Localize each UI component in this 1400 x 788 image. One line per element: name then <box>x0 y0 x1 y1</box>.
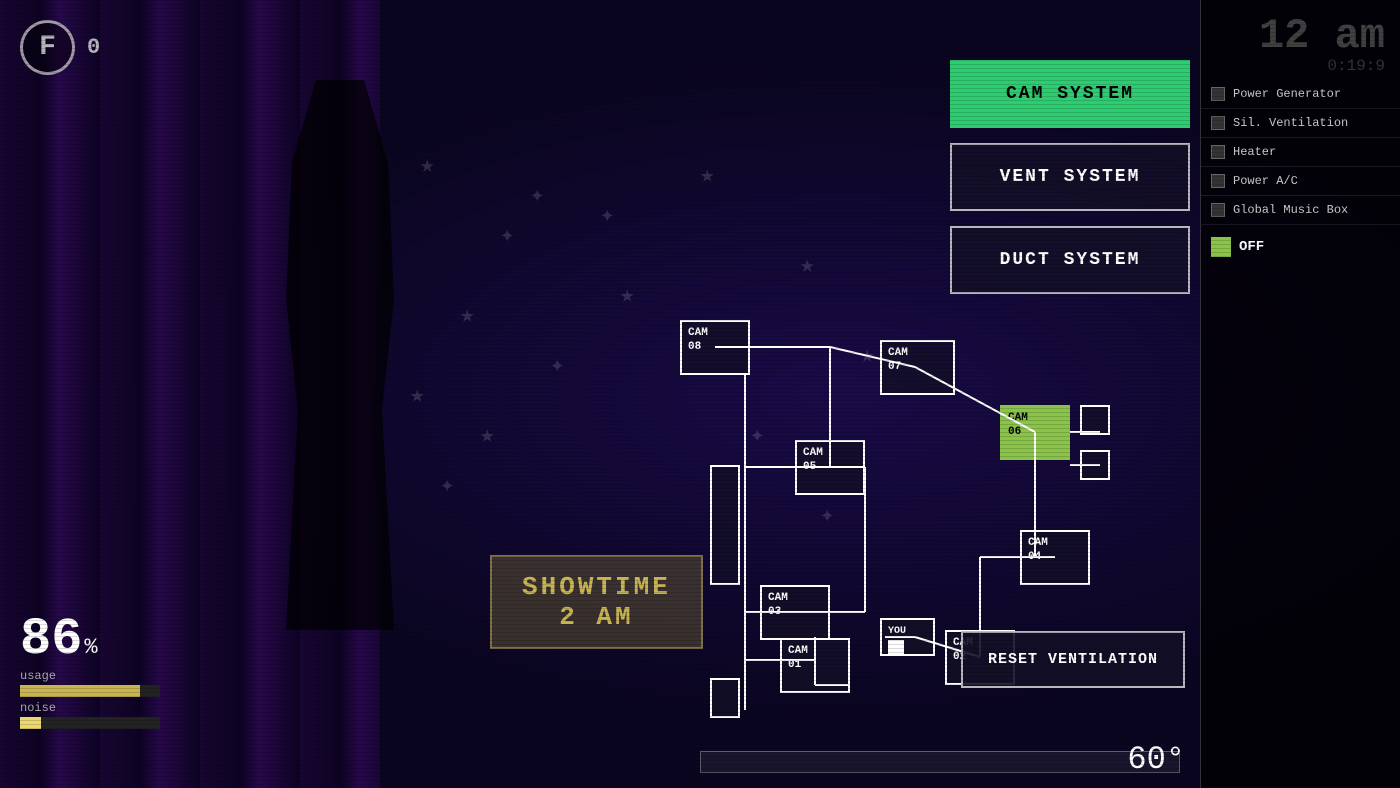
temperature-display: 60° <box>1127 741 1185 778</box>
power-ac-dot <box>1211 174 1225 188</box>
reset-ventilation-button[interactable]: RESET VENTILATION <box>961 631 1185 688</box>
heater-dot <box>1211 145 1225 159</box>
sil-vent-dot <box>1211 116 1225 130</box>
usage-bar <box>20 685 160 697</box>
noise-label: noise <box>20 701 160 715</box>
right-panel: Power Generator Sil. Ventilation Heater … <box>1200 0 1400 788</box>
power-ac-label: Power A/C <box>1233 174 1298 188</box>
top-left-area: F 0 <box>20 20 100 75</box>
panel-item-power-gen[interactable]: Power Generator <box>1201 80 1400 109</box>
off-dot <box>1211 237 1231 257</box>
panel-item-music-box[interactable]: Global Music Box <box>1201 196 1400 225</box>
panel-item-heater[interactable]: Heater <box>1201 138 1400 167</box>
power-gen-label: Power Generator <box>1233 87 1341 101</box>
power-gen-dot <box>1211 87 1225 101</box>
left-stats: 86 % usage noise <box>20 614 160 733</box>
music-box-dot <box>1211 203 1225 217</box>
heater-label: Heater <box>1233 145 1276 159</box>
sil-vent-label: Sil. Ventilation <box>1233 116 1348 130</box>
showtime-sign: SHOWTIME 2 AM <box>490 555 703 649</box>
noise-bar-fill <box>20 717 41 729</box>
system-buttons: CAM SYSTEM VENT SYSTEM DUCT SYSTEM <box>950 60 1190 294</box>
showtime-line1: SHOWTIME <box>522 572 671 602</box>
usage-bar-fill <box>20 685 140 697</box>
showtime-line2: 2 AM <box>522 602 671 632</box>
f-badge: F <box>20 20 75 75</box>
figure-silhouette <box>280 80 400 630</box>
music-box-label: Global Music Box <box>1233 203 1348 217</box>
vent-system-button[interactable]: VENT SYSTEM <box>950 143 1190 211</box>
percent-symbol: % <box>84 635 97 660</box>
duct-system-button[interactable]: DUCT SYSTEM <box>950 226 1190 294</box>
usage-label: usage <box>20 669 160 683</box>
cam-system-button[interactable]: CAM SYSTEM <box>950 60 1190 128</box>
off-toggle[interactable]: OFF <box>1201 230 1400 264</box>
off-label: OFF <box>1239 239 1264 255</box>
noise-bar <box>20 717 160 729</box>
panel-item-sil-vent[interactable]: Sil. Ventilation <box>1201 109 1400 138</box>
score-display: 0 <box>87 35 100 60</box>
scroll-bar[interactable] <box>700 751 1180 773</box>
percent-number: 86 <box>20 614 82 666</box>
panel-item-power-ac[interactable]: Power A/C <box>1201 167 1400 196</box>
